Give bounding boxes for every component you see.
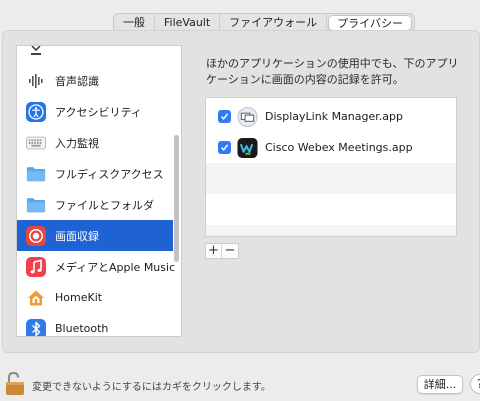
sidebar-item-label: メディアとApple Music — [55, 260, 176, 274]
accessibility-icon — [26, 101, 46, 122]
sidebar-item-screen-recording[interactable]: 画面収録 — [17, 220, 173, 251]
sidebar-item-input-monitoring[interactable]: 入力監視 — [17, 127, 173, 158]
sidebar-item-full-disk-access[interactable]: フルディスクアクセス — [17, 158, 173, 189]
remove-app-button[interactable]: − — [222, 244, 238, 258]
add-app-button[interactable]: + — [206, 244, 222, 258]
privacy-category-list[interactable]: 音声認識 アクセシビリティ 入力監視 フルディスクアクセス ファイルとフォルダ … — [16, 45, 182, 337]
lock-message: 変更できないようにするにはカギをクリックします。 — [32, 382, 271, 393]
sidebar-item-accessibility[interactable]: アクセシビリティ — [17, 96, 173, 127]
empty-row — [206, 225, 456, 236]
sidebar-item-files-and-folders[interactable]: ファイルとフォルダ — [17, 189, 173, 220]
app-checkbox[interactable] — [218, 110, 231, 123]
folder-icon — [26, 164, 46, 184]
music-note-icon — [26, 256, 46, 277]
empty-row — [206, 163, 456, 194]
input-monitoring-partial-icon — [26, 46, 46, 60]
folder-icon — [26, 195, 46, 215]
sidebar-item-bluetooth[interactable]: Bluetooth — [17, 313, 173, 336]
advanced-button[interactable]: 詳細... — [417, 375, 463, 394]
app-checkbox[interactable] — [218, 141, 231, 154]
help-button[interactable]: ? — [470, 374, 480, 394]
sidebar-item-label: 音声認識 — [55, 74, 99, 88]
sidebar-item-label: Bluetooth — [55, 322, 109, 335]
app-name: Cisco Webex Meetings.app — [265, 141, 413, 154]
speech-waveform-icon — [26, 71, 46, 91]
sidebar-item-homekit[interactable]: HomeKit — [17, 282, 173, 313]
app-permission-list[interactable]: DisplayLink Manager.app Cisco Webex Meet… — [205, 97, 457, 237]
lock-icon[interactable] — [5, 371, 25, 396]
webex-icon — [237, 137, 258, 158]
permission-description: ほかのアプリケーションの使用中でも、下のアプリケーションに画面の内容の記録を許可… — [206, 57, 459, 86]
sidebar-item-label: HomeKit — [55, 291, 103, 304]
app-name: DisplayLink Manager.app — [265, 110, 403, 123]
sidebar-item-label: フルディスクアクセス — [55, 167, 164, 181]
sidebar-item-label: 入力監視 — [55, 136, 99, 150]
keyboard-icon — [26, 133, 46, 153]
screen-recording-icon — [26, 225, 46, 246]
displaylink-icon — [237, 106, 258, 127]
app-row-displaylink[interactable]: DisplayLink Manager.app — [206, 101, 456, 132]
sidebar-item-speech-recognition[interactable]: 音声認識 — [17, 65, 173, 96]
sidebar-item-label: アクセシビリティ — [55, 105, 142, 119]
sidebar-item-label: 画面収録 — [55, 229, 99, 243]
app-row-webex[interactable]: Cisco Webex Meetings.app — [206, 132, 456, 163]
bluetooth-icon — [26, 318, 46, 336]
tab-privacy[interactable]: プライバシー — [328, 15, 412, 31]
sidebar-scrollbar[interactable] — [174, 135, 179, 262]
sidebar-item-input-partial[interactable] — [17, 46, 173, 65]
add-remove-controls: + − — [205, 243, 239, 259]
sidebar-item-label: ファイルとフォルダ — [55, 198, 154, 212]
empty-row — [206, 194, 456, 225]
home-icon — [26, 288, 46, 308]
sidebar-item-media-apple-music[interactable]: メディアとApple Music — [17, 251, 176, 282]
